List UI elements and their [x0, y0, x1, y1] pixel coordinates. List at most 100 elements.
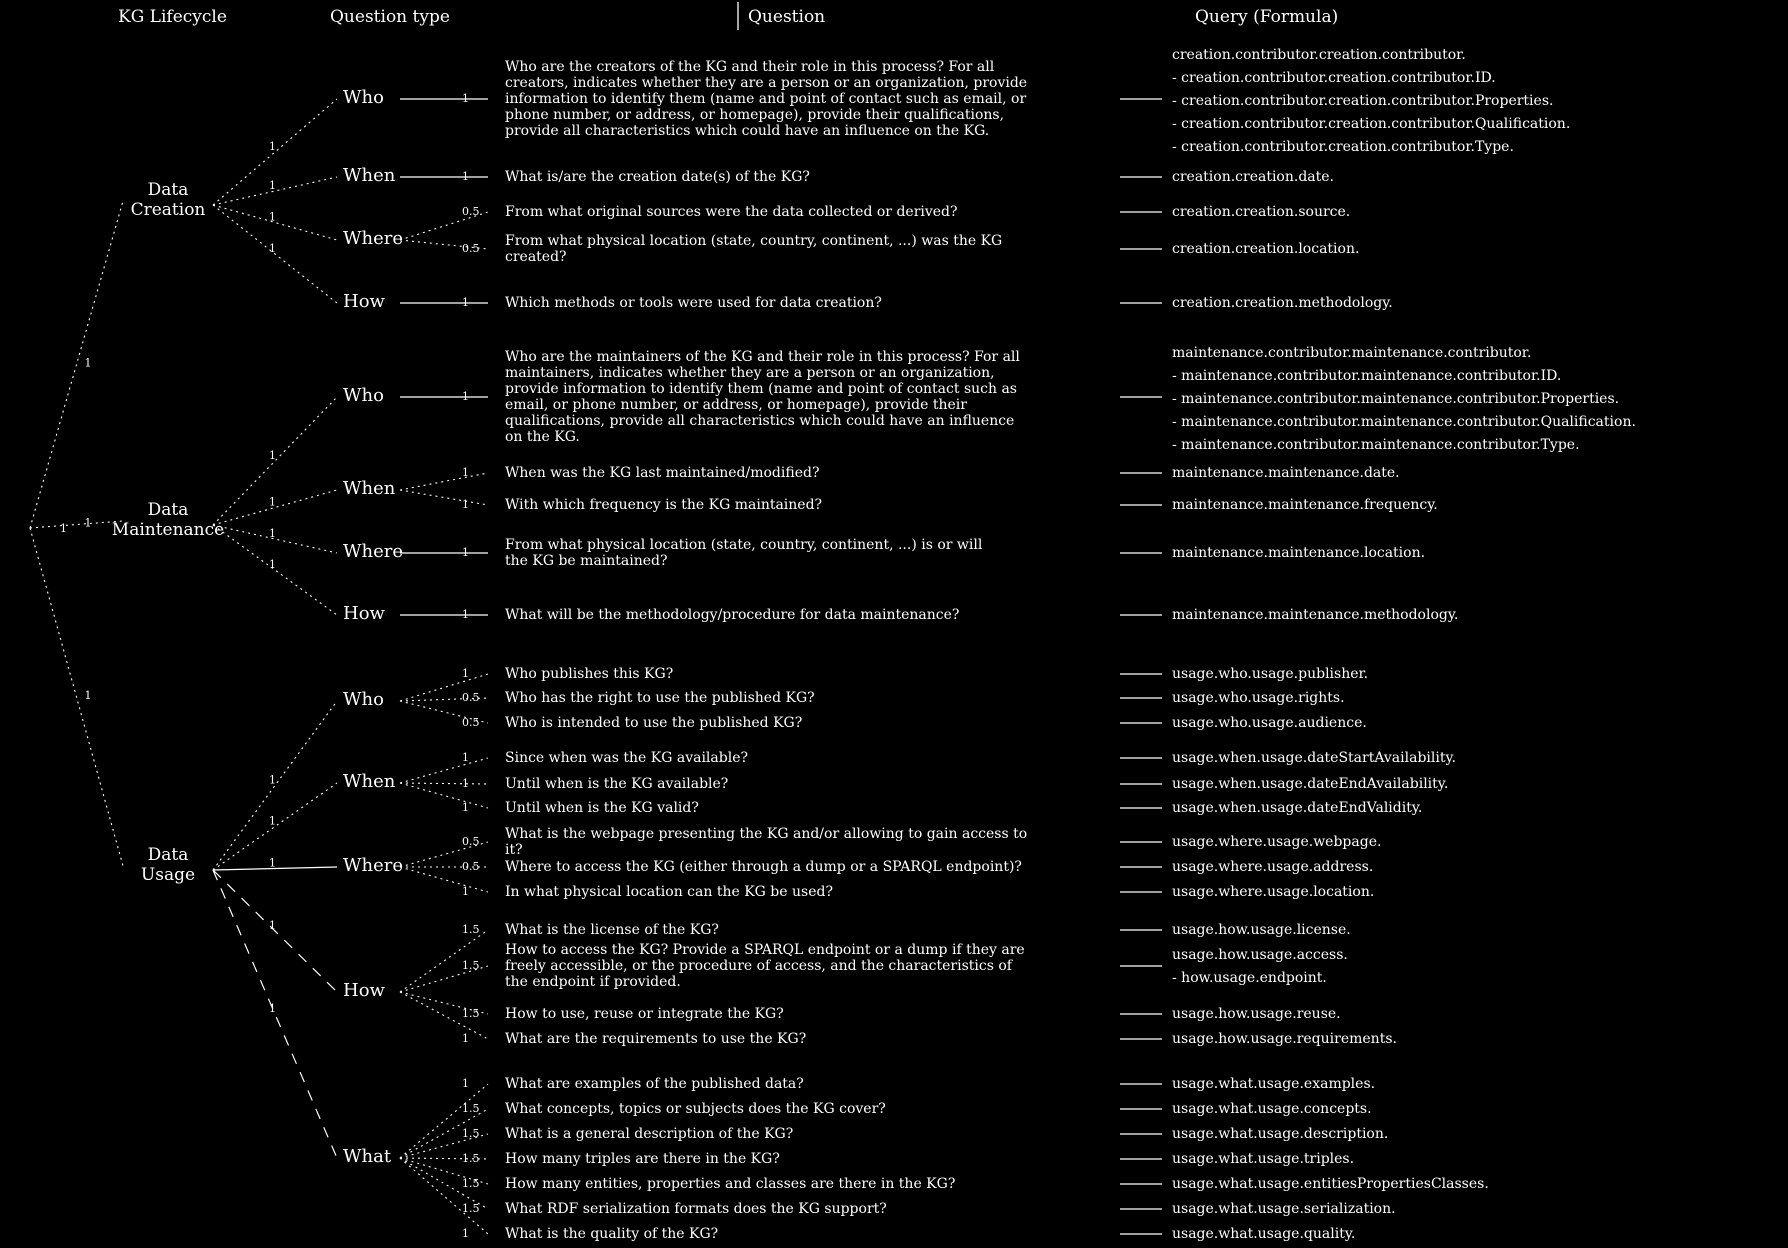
maintenance-phase-edge-label: 1	[85, 517, 92, 530]
creation-query-2-0: creation.creation.source.	[1172, 204, 1350, 220]
usage-type-edge-label-1: 1	[269, 815, 276, 828]
creation-root-edge	[29, 200, 124, 529]
usage-q-label-4-1: 1.5	[462, 1102, 480, 1115]
usage-question-4-4: How many entities, properties and classe…	[505, 1176, 955, 1192]
usage-question-3-2: How to use, reuse or integrate the KG?	[505, 1006, 784, 1022]
usage-query-0-1: usage.who.usage.rights.	[1172, 690, 1345, 706]
maintenance-q-label-2-0: 1	[462, 546, 469, 559]
usage-question-1-1: Until when is the KG available?	[505, 776, 728, 792]
creation-q-label-3-0: 1	[462, 296, 469, 309]
usage-type-edge-label-2: 1	[269, 857, 276, 870]
creation-type-3: How	[343, 291, 386, 312]
maintenance-q-label-3-0: 1	[462, 608, 469, 621]
usage-type-1: When	[343, 771, 396, 792]
usage-question-1-2: Until when is the KG valid?	[505, 800, 699, 816]
usage-q-label-0-0: 1	[462, 667, 469, 680]
maintenance-question-3-0: What will be the methodology/procedure f…	[505, 607, 959, 623]
creation-type-edge-label-1: 1	[269, 179, 276, 192]
usage-question-3-3: What are the requirements to use the KG?	[505, 1031, 806, 1047]
usage-query-1-1: usage.when.usage.dateEndAvailability.	[1172, 776, 1448, 792]
usage-q-label-1-1: 1	[462, 777, 469, 790]
maintenance-type-2: Where	[343, 541, 403, 562]
creation-phase-label: Data Creation	[131, 180, 206, 220]
usage-q-label-0-1: 0.5	[462, 691, 480, 704]
maintenance-question-1-1: With which frequency is the KG maintaine…	[505, 497, 822, 513]
creation-query-2-1: creation.creation.location.	[1172, 241, 1359, 257]
usage-query-2-1: usage.where.usage.address.	[1172, 859, 1373, 875]
creation-question-0-0: Who are the creators of the KG and their…	[505, 59, 1027, 139]
maintenance-type-1: When	[343, 478, 396, 499]
usage-query-0-0: usage.who.usage.publisher.	[1172, 666, 1368, 682]
usage-query-3-3: usage.how.usage.requirements.	[1172, 1031, 1397, 1047]
usage-q-label-4-5: 1.5	[462, 1202, 480, 1215]
maintenance-query-0-0: maintenance.contributor.maintenance.cont…	[1172, 345, 1636, 453]
usage-query-0-2: usage.who.usage.audience.	[1172, 715, 1367, 731]
creation-q-label-2-1: 0.5	[462, 242, 480, 255]
creation-q-label-2-0: 0.5	[462, 205, 480, 218]
usage-question-0-0: Who publishes this KG?	[505, 666, 673, 682]
usage-question-4-2: What is a general description of the KG?	[505, 1126, 793, 1142]
maintenance-q-label-1-1: 1	[462, 498, 469, 511]
maintenance-query-2-0: maintenance.maintenance.location.	[1172, 545, 1425, 561]
header-lifecycle: KG Lifecycle	[118, 7, 227, 27]
maintenance-type-3: How	[343, 603, 386, 624]
usage-question-2-2: In what physical location can the KG be …	[505, 884, 833, 900]
maintenance-question-0-0: Who are the maintainers of the KG and th…	[505, 349, 1020, 445]
usage-query-2-0: usage.where.usage.webpage.	[1172, 834, 1381, 850]
usage-q-label-0-2: 0.5	[462, 716, 480, 729]
usage-query-4-0: usage.what.usage.examples.	[1172, 1076, 1375, 1092]
maintenance-q-edge-1-0	[399, 472, 489, 491]
creation-query-3-0: creation.creation.methodology.	[1172, 295, 1393, 311]
maintenance-phase-label: Data Maintenance	[112, 500, 224, 540]
usage-query-1-0: usage.when.usage.dateStartAvailability.	[1172, 750, 1456, 766]
usage-q-label-1-2: 1	[462, 801, 469, 814]
usage-type-0: Who	[343, 689, 384, 710]
creation-q-label-0-0: 1	[462, 92, 469, 105]
maintenance-query-1-0: maintenance.maintenance.date.	[1172, 465, 1400, 481]
usage-query-3-0: usage.how.usage.license.	[1172, 922, 1351, 938]
usage-q-label-2-1: 0.5	[462, 860, 480, 873]
header-question: Question	[748, 7, 825, 27]
usage-question-4-3: How many triples are there in the KG?	[505, 1151, 780, 1167]
usage-question-2-1: Where to access the KG (either through a…	[505, 859, 1022, 875]
maintenance-query-3-0: maintenance.maintenance.methodology.	[1172, 607, 1458, 623]
maintenance-type-edge-label-3: 1	[269, 558, 276, 571]
creation-type-2: Where	[343, 228, 403, 249]
creation-type-1: When	[343, 165, 396, 186]
header-question-type: Question type	[330, 7, 450, 27]
usage-type-2: Where	[343, 855, 403, 876]
usage-q-label-2-0: 0.5	[462, 835, 480, 848]
creation-question-3-0: Which methods or tools were used for dat…	[505, 295, 882, 311]
usage-question-4-6: What is the quality of the KG?	[505, 1226, 718, 1242]
usage-query-4-3: usage.what.usage.triples.	[1172, 1151, 1354, 1167]
usage-q-label-4-3: 1.5	[462, 1152, 480, 1165]
usage-question-0-2: Who is intended to use the published KG?	[505, 715, 802, 731]
usage-type-4: What	[343, 1146, 392, 1167]
creation-q-label-1-0: 1	[462, 170, 469, 183]
creation-phase-edge-label: 1	[85, 357, 92, 370]
usage-q-edge-4-6	[399, 1157, 489, 1235]
creation-type-0: Who	[343, 87, 384, 108]
usage-q-edge-4-0	[399, 1083, 489, 1159]
usage-question-4-0: What are examples of the published data?	[505, 1076, 804, 1092]
usage-question-2-0: What is the webpage presenting the KG an…	[505, 826, 1027, 858]
usage-type-edge-label-3: 1	[269, 919, 276, 932]
creation-question-2-0: From what original sources were the data…	[505, 204, 958, 220]
creation-type-edge-label-3: 1	[269, 242, 276, 255]
usage-query-1-2: usage.when.usage.dateEndValidity.	[1172, 800, 1422, 816]
usage-question-0-1: Who has the right to use the published K…	[505, 690, 815, 706]
usage-root-edge	[29, 527, 124, 867]
usage-q-label-2-2: 1	[462, 885, 469, 898]
usage-q-label-4-2: 1.5	[462, 1127, 480, 1140]
root-edge-label: 1	[60, 522, 67, 535]
usage-question-3-1: How to access the KG? Provide a SPARQL e…	[505, 942, 1025, 990]
header-query: Query (Formula)	[1195, 7, 1338, 27]
usage-question-4-5: What RDF serialization formats does the …	[505, 1201, 887, 1217]
usage-query-4-4: usage.what.usage.entitiesPropertiesClass…	[1172, 1176, 1489, 1192]
usage-query-2-2: usage.where.usage.location.	[1172, 884, 1374, 900]
usage-query-3-2: usage.how.usage.reuse.	[1172, 1006, 1341, 1022]
usage-q-label-4-4: 1.5	[462, 1177, 480, 1190]
maintenance-question-2-0: From what physical location (state, coun…	[505, 537, 983, 569]
maintenance-q-edge-1-1	[399, 489, 489, 506]
maintenance-root-edge	[29, 520, 124, 529]
